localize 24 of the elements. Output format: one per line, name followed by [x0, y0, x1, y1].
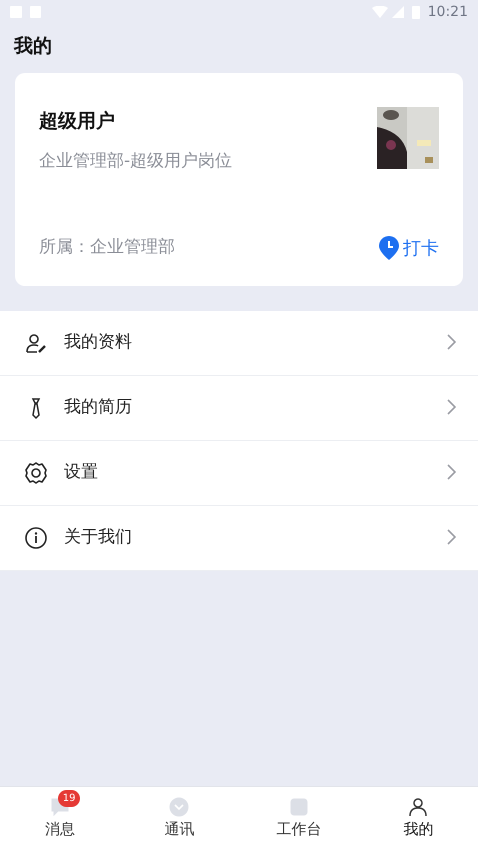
chevron-right-icon: [447, 464, 456, 480]
status-time: 10:21: [428, 2, 468, 22]
chevron-circle-icon: [169, 796, 190, 817]
unread-count-badge: 19: [58, 790, 80, 807]
info-icon: [24, 526, 48, 550]
user-position: 企业管理部-超级用户岗位: [39, 150, 232, 173]
nav-tab[interactable]: 我的: [358, 787, 478, 850]
menu-item[interactable]: 关于我们: [0, 506, 478, 570]
page-title: 我的: [14, 35, 52, 57]
chevron-right-icon: [447, 399, 456, 416]
chevron-right-icon: [447, 334, 456, 350]
menu-item[interactable]: 我的资料: [0, 310, 478, 376]
nav-tab[interactable]: 通讯: [120, 787, 239, 850]
user-name: 超级用户: [39, 108, 116, 134]
user-icon: [408, 796, 428, 817]
menu-item[interactable]: 我的简历: [0, 376, 478, 440]
nav-tab[interactable]: 19 消息: [0, 787, 120, 850]
nav-tab[interactable]: 工作台: [239, 787, 358, 850]
check-in-button[interactable]: 打卡: [379, 234, 439, 262]
chevron-right-icon: [447, 529, 456, 546]
settings-icon: [24, 460, 48, 484]
menu-item[interactable]: 设置: [0, 440, 478, 506]
location-clock-icon: [379, 236, 399, 260]
department-label: 所属：企业管理部: [39, 236, 175, 260]
